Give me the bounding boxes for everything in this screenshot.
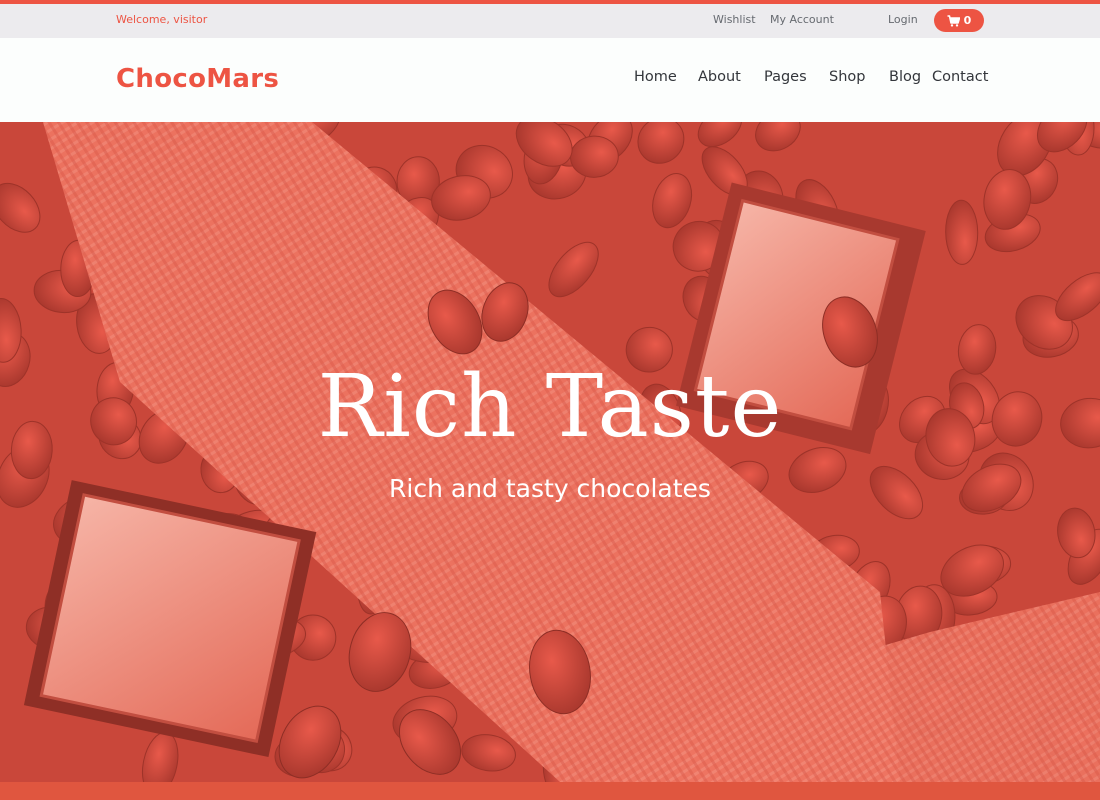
nav-home[interactable]: Home (634, 69, 677, 85)
cart-count: 0 (963, 14, 972, 27)
hero-title: Rich Taste (317, 357, 783, 457)
nav-about[interactable]: About (698, 69, 741, 85)
cart-button[interactable]: 0 (934, 9, 984, 32)
cart-icon (947, 14, 960, 27)
site-logo[interactable]: ChocoMars (116, 64, 279, 94)
nav-shop[interactable]: Shop (829, 69, 865, 85)
nav-blog[interactable]: Blog (889, 69, 921, 85)
hero-section: Rich Taste Rich and tasty chocolates (0, 122, 1100, 782)
coffee-bean-decoration (945, 199, 979, 265)
section-divider (0, 782, 1100, 800)
hero-subtitle: Rich and tasty chocolates (389, 474, 711, 503)
top-bar: Welcome, visitor Wishlist My Account Log… (0, 0, 1100, 38)
nav-pages[interactable]: Pages (764, 69, 807, 85)
my-account-link[interactable]: My Account (770, 13, 834, 26)
nav-contact[interactable]: Contact (932, 69, 988, 85)
welcome-message: Welcome, visitor (116, 13, 208, 26)
main-header: ChocoMars Home About Pages Shop Blog Con… (0, 38, 1100, 122)
wishlist-link[interactable]: Wishlist (713, 13, 756, 26)
login-link[interactable]: Login (888, 13, 918, 26)
